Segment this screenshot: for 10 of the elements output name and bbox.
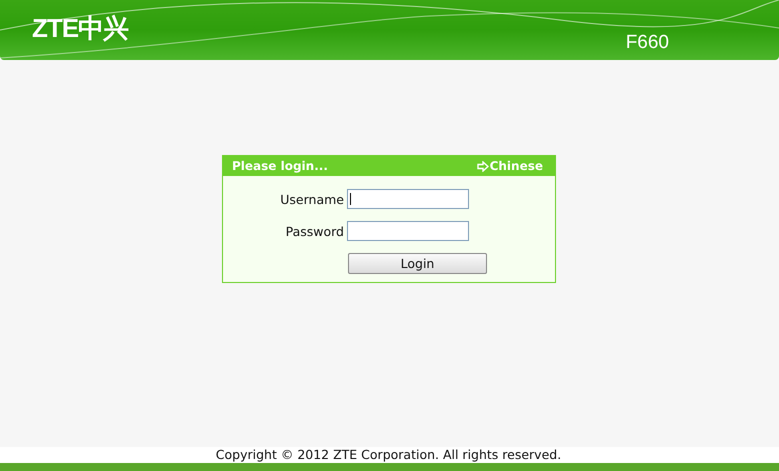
brand-logo: ZTE中兴 [32, 12, 128, 45]
copyright-text: Copyright © 2012 ZTE Corporation. All rights reserved. [216, 447, 562, 463]
panel-title: Please login... [232, 159, 328, 173]
arrow-icon [476, 160, 489, 172]
field-label: Password [284, 224, 345, 238]
login-button[interactable]: Login [348, 253, 487, 274]
model-name: F660 [626, 32, 669, 54]
field-label: Username [279, 192, 345, 206]
input-field[interactable] [347, 189, 469, 209]
input-field[interactable] [347, 221, 469, 241]
